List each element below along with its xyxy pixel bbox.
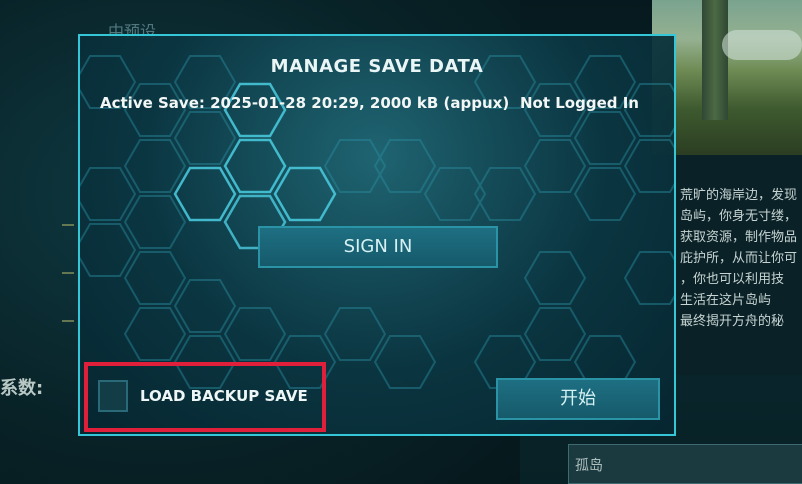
map-select-field[interactable]: 孤岛 (568, 444, 802, 484)
background-tick (62, 224, 74, 226)
map-description-line: ，你也可以利用技 (680, 272, 785, 287)
sign-in-button[interactable]: SIGN IN (258, 226, 498, 268)
background-tick (62, 320, 74, 322)
map-description-line: 岛屿，你身无寸缕， (680, 209, 798, 224)
highlight-box (84, 362, 326, 432)
background-tick (62, 272, 74, 274)
map-description-line: 荒旷的海岸边，发现 (680, 188, 798, 203)
active-save-info: Active Save: 2025-01-28 20:29, 2000 kB (… (100, 94, 509, 112)
active-save-text: Active Save: 2025-01-28 20:29, 2000 kB (… (100, 94, 482, 112)
map-select-value: 孤岛 (575, 458, 603, 474)
start-button[interactable]: 开始 (496, 378, 660, 420)
map-description-line: 庇护所，从而让你可 (680, 251, 798, 266)
map-description-line: 生活在这片岛屿 (680, 293, 772, 308)
map-description-line: 获取资源，制作物品 (680, 230, 798, 245)
map-preview-cliff (702, 0, 728, 120)
map-description-line: 最终揭开方舟的秘 (680, 314, 785, 329)
login-status: Not Logged In (520, 94, 639, 112)
dialog-title: MANAGE SAVE DATA (270, 56, 484, 77)
background-multiplier-label: 系数: (0, 378, 44, 399)
map-preview-cloud (722, 30, 802, 60)
active-save-suffix: ux) (481, 94, 510, 112)
game-screen: 中预设 系数: 荒旷的海岸边，发现 岛屿，你身无寸缕， 获取资源，制作物品 庇护… (0, 0, 802, 484)
